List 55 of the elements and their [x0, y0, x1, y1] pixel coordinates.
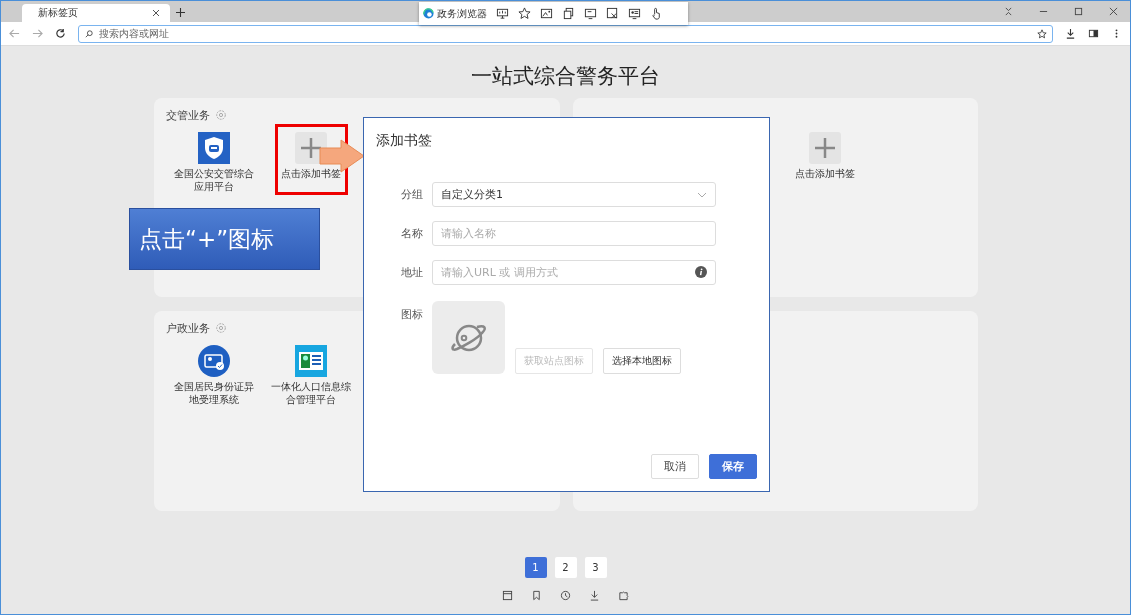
bookmark-label: 一体化人口信息综合管理平台: [270, 381, 352, 406]
bookmark-label: 全国公安交管综合应用平台: [173, 168, 255, 193]
callout-label: 点击“+”图标: [129, 208, 320, 270]
reload-icon[interactable]: [55, 28, 66, 39]
search-icon: [85, 29, 93, 38]
image-icon[interactable]: [540, 7, 553, 20]
bookmark-label: 点击添加书签: [280, 168, 342, 181]
bookmark-label: 点击添加书签: [794, 168, 856, 181]
field-label: 分组: [400, 187, 424, 202]
star-icon[interactable]: [1037, 28, 1047, 39]
section-title: 交管业务: [165, 107, 210, 123]
save-button[interactable]: 保存: [709, 454, 757, 479]
sidebar-icon[interactable]: [1088, 28, 1099, 39]
icon-source-button[interactable]: 选择本地图标: [603, 348, 681, 374]
browser-name: 政务浏览器: [437, 6, 487, 21]
maximize-icon[interactable]: [1074, 7, 1083, 16]
monitor-icon[interactable]: [496, 7, 509, 20]
bookmark-label: 全国居民身份证异地受理系统: [173, 381, 255, 406]
plus-icon[interactable]: [809, 132, 841, 164]
info-icon[interactable]: [695, 266, 707, 278]
screen-icon[interactable]: [584, 7, 597, 20]
window-icon[interactable]: [502, 590, 513, 601]
id-badge-icon: [198, 345, 230, 377]
address-input[interactable]: 请输入URL 或 调用方式: [432, 260, 716, 285]
id-card-icon: [295, 345, 327, 377]
copy-icon[interactable]: [562, 7, 575, 20]
close-icon[interactable]: [1109, 7, 1118, 16]
new-tab-icon[interactable]: [176, 8, 185, 17]
cancel-button[interactable]: 取消: [651, 454, 699, 479]
collapse-icon[interactable]: [1004, 7, 1013, 16]
download-icon[interactable]: [589, 590, 600, 601]
bookmark-icon[interactable]: [531, 590, 542, 601]
cast-icon[interactable]: [628, 7, 641, 20]
icon-preview[interactable]: [432, 301, 505, 374]
browser-tab[interactable]: 新标签页: [22, 4, 170, 22]
page-button[interactable]: 3: [584, 557, 607, 578]
hand-icon[interactable]: [650, 7, 663, 20]
page-button[interactable]: 1: [524, 557, 547, 578]
name-input[interactable]: 请输入名称: [432, 221, 716, 246]
address-field[interactable]: 搜索内容或网址: [78, 24, 1053, 43]
page-button[interactable]: 2: [554, 557, 577, 578]
field-label: 地址: [400, 265, 424, 280]
screenshot-icon[interactable]: [606, 7, 619, 20]
field-label: 名称: [400, 226, 424, 241]
tab-title: 新标签页: [38, 6, 78, 20]
close-icon[interactable]: [152, 9, 160, 17]
star-icon[interactable]: [518, 7, 531, 20]
dialog-title: 添加书签: [375, 131, 433, 150]
field-label: 图标: [400, 307, 424, 322]
section-title: 户政业务: [165, 320, 210, 336]
browser-logo-icon: [423, 8, 434, 19]
group-select[interactable]: 自定义分类1: [432, 182, 716, 207]
history-icon[interactable]: [560, 590, 571, 601]
page-title: 一站式综合警务平台: [471, 63, 660, 90]
download-icon[interactable]: [1065, 28, 1076, 39]
